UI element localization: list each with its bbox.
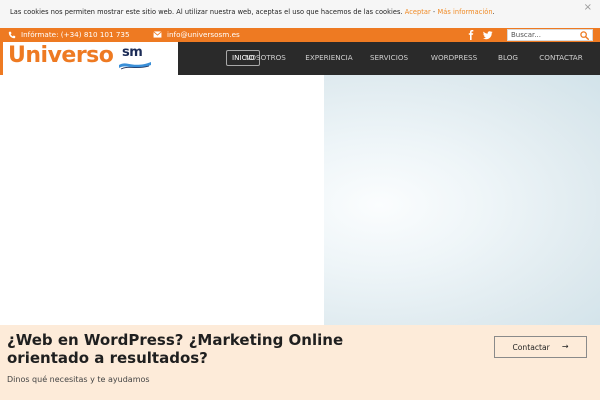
logo-suffix: sm — [122, 45, 143, 60]
cookie-notice: Las cookies nos permiten mostrar este si… — [0, 0, 600, 28]
search-input[interactable] — [511, 30, 577, 40]
email-info[interactable]: info@universosm.es — [153, 30, 240, 39]
close-icon[interactable]: × — [584, 3, 592, 13]
banner-subtitle: Dinos qué necesitas y te ayudamos — [7, 375, 150, 384]
banner-title: ¿Web en WordPress? ¿Marketing Online ori… — [7, 331, 344, 367]
mail-icon — [153, 31, 162, 38]
phone-info[interactable]: Infórmate: (+34) 810 101 735 — [8, 30, 130, 39]
contact-bar: Infórmate: (+34) 810 101 735 info@univer… — [0, 28, 600, 42]
wave-icon — [119, 62, 151, 70]
cookie-message: Las cookies nos permiten mostrar este si… — [10, 8, 403, 16]
nav-item-contactar[interactable]: CONTACTAR — [536, 50, 586, 66]
cookie-end-period: . — [492, 8, 495, 16]
site-header: Universo sm INICIO NOSOTROS EXPERIENCIA … — [0, 42, 600, 75]
nav-item-experiencia[interactable]: EXPERIENCIA — [305, 50, 353, 66]
cookie-message-line: Las cookies nos permiten mostrar este si… — [10, 8, 495, 16]
nav-item-servicios[interactable]: SERVICIOS — [369, 50, 409, 66]
email-text: info@universosm.es — [167, 30, 240, 39]
cta-banner: ¿Web en WordPress? ¿Marketing Online ori… — [0, 325, 600, 400]
twitter-icon[interactable] — [483, 30, 493, 40]
nav-item-blog[interactable]: BLOG — [494, 50, 522, 66]
main-nav: INICIO NOSOTROS EXPERIENCIA SERVICIOS WO… — [178, 42, 600, 75]
logo-wordmark: Universo — [8, 43, 114, 68]
nav-item-wordpress[interactable]: WORDPRESS — [429, 50, 479, 66]
site-logo[interactable]: Universo sm — [0, 42, 178, 75]
phone-icon — [8, 31, 16, 38]
arrow-right-icon: → — [561, 342, 569, 351]
phone-text: Infórmate: (+34) 810 101 735 — [21, 30, 130, 39]
search-icon[interactable] — [580, 31, 589, 40]
contact-button-label: Contactar — [512, 342, 550, 352]
nav-item-nosotros[interactable]: NOSOTROS — [245, 50, 286, 66]
search-box — [507, 29, 593, 41]
hero-image — [324, 75, 600, 325]
cookie-accept-link[interactable]: Aceptar — [405, 8, 431, 16]
cookie-separator: - — [432, 8, 436, 16]
cookie-more-info-link[interactable]: Más información — [438, 8, 493, 16]
hero-slider — [0, 75, 600, 325]
facebook-icon[interactable] — [466, 30, 476, 40]
contact-button[interactable]: Contactar → — [494, 336, 587, 358]
